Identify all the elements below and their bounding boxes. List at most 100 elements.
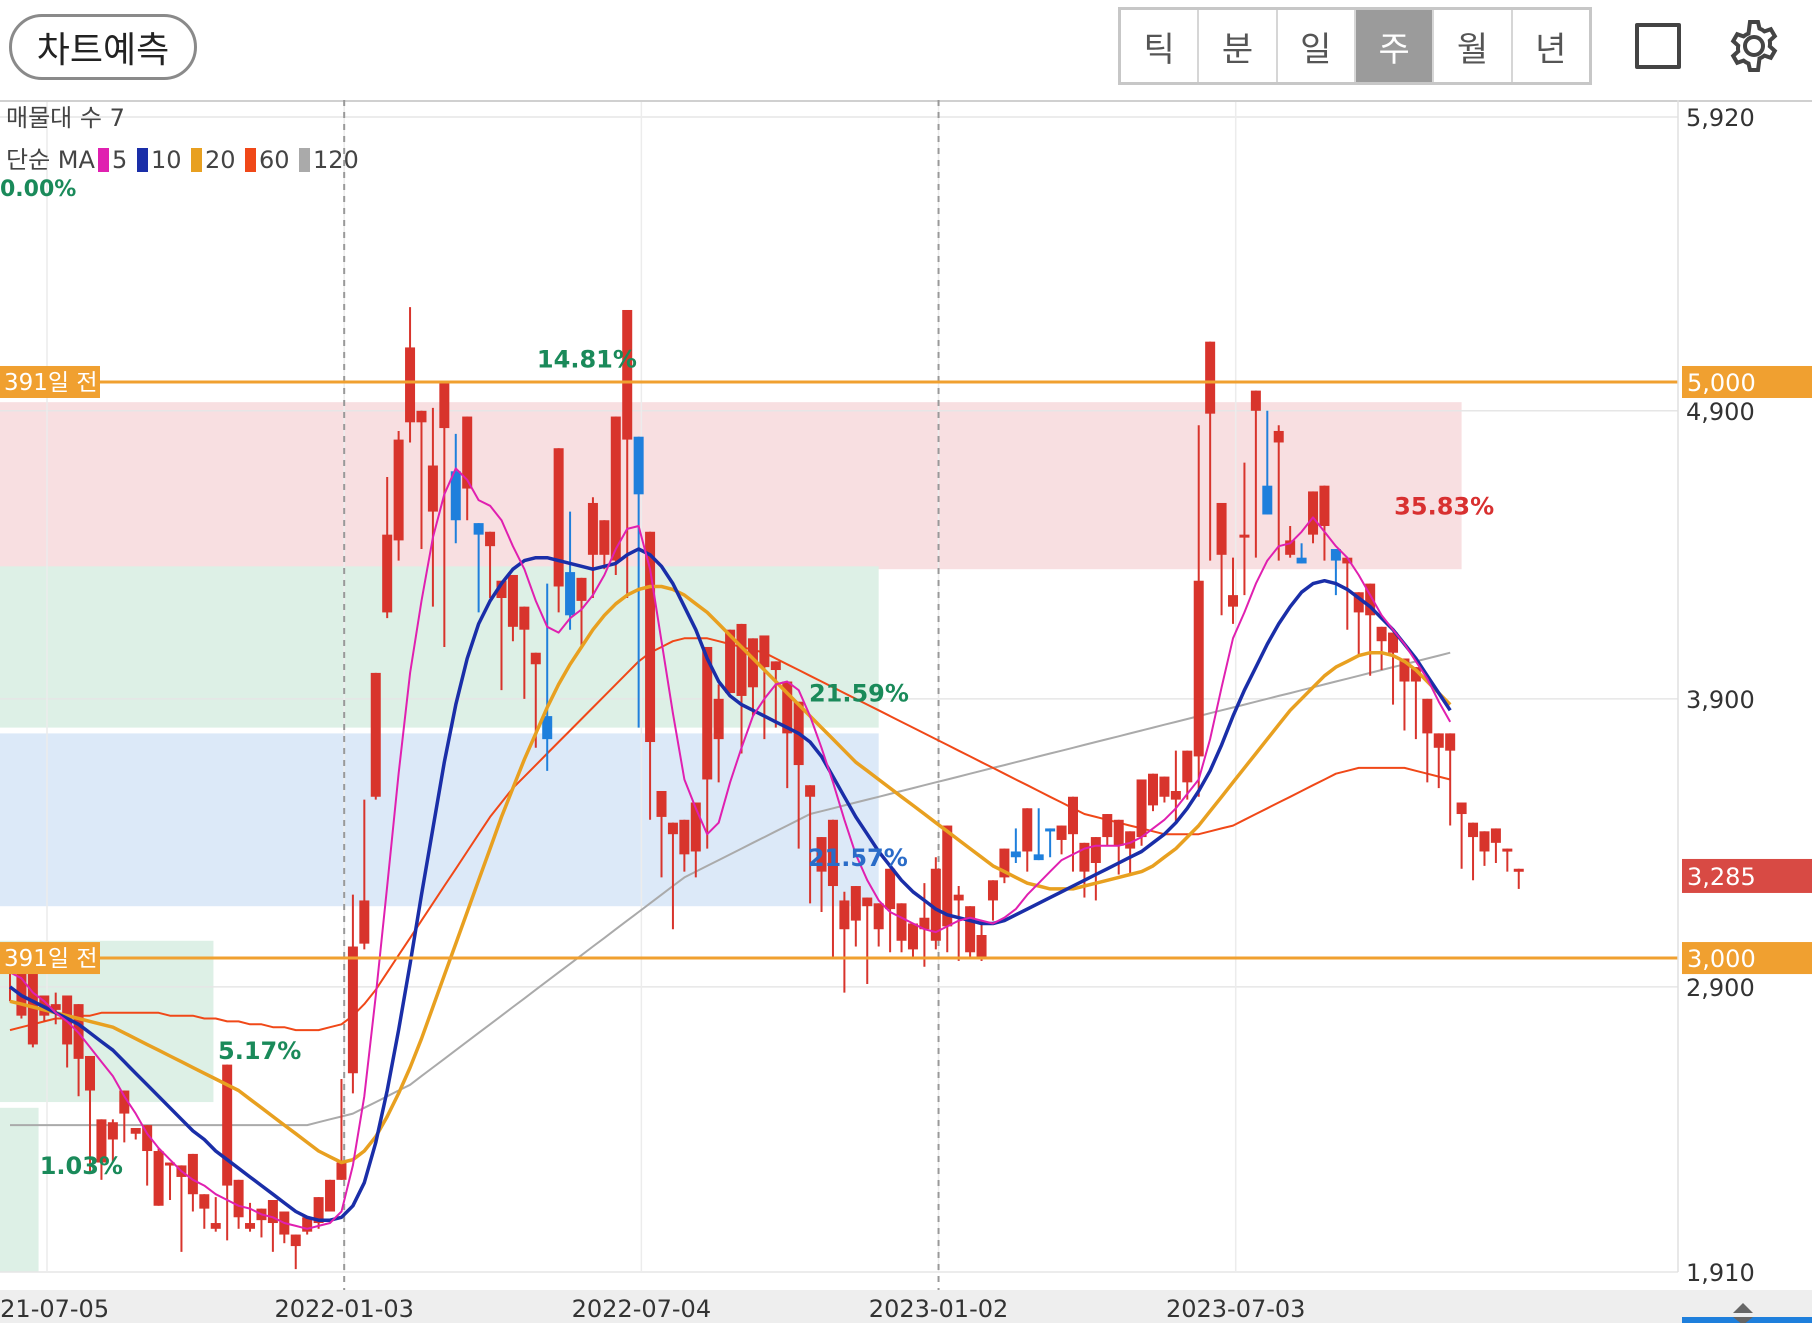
zone-pct-label-1: 35.83% bbox=[1394, 492, 1494, 520]
candle-body-28 bbox=[325, 1179, 336, 1212]
candle-body-66 bbox=[759, 635, 770, 668]
candle-body-107 bbox=[1228, 595, 1239, 607]
candle-body-37 bbox=[427, 465, 438, 512]
candle-body-114 bbox=[1308, 491, 1319, 535]
candle-body-62 bbox=[713, 698, 724, 740]
candle-body-53 bbox=[610, 416, 621, 561]
candle-body-67 bbox=[770, 661, 781, 671]
current-price-label: 3,285 bbox=[1687, 863, 1756, 891]
candle-body-33 bbox=[382, 534, 393, 613]
candle-body-109 bbox=[1250, 390, 1261, 411]
price-line-left-label-1: 391일 전 bbox=[4, 946, 98, 972]
candle-body-55 bbox=[633, 436, 644, 495]
candle-body-96 bbox=[1102, 814, 1113, 838]
top-toolbar: 차트예측 틱 분 일 주 월 년 bbox=[0, 0, 1812, 100]
candle-body-113 bbox=[1296, 557, 1307, 564]
candle-body-13 bbox=[153, 1151, 164, 1206]
candle-body-95 bbox=[1090, 837, 1101, 863]
candle-body-100 bbox=[1148, 773, 1158, 806]
candle-body-11 bbox=[130, 1127, 141, 1134]
candle-body-79 bbox=[907, 923, 918, 950]
candle-body-130 bbox=[1490, 828, 1501, 843]
candle-body-83 bbox=[953, 894, 964, 901]
candle-body-45 bbox=[519, 606, 530, 630]
candle-body-36 bbox=[416, 410, 427, 423]
candle-body-20 bbox=[233, 1179, 244, 1218]
ma-legend-swatch-5 bbox=[98, 148, 109, 172]
candle-body-44 bbox=[507, 574, 518, 627]
y-tick-label-0: 5,920 bbox=[1686, 104, 1755, 132]
fullscreen-icon[interactable] bbox=[1635, 23, 1681, 69]
candle-body-131 bbox=[1502, 848, 1513, 852]
candle-body-74 bbox=[850, 886, 861, 921]
period-tabs: 틱 분 일 주 월 년 bbox=[1118, 7, 1592, 85]
candle-body-126 bbox=[1445, 733, 1456, 751]
tab-tick[interactable]: 틱 bbox=[1121, 10, 1200, 82]
top-pct-label: 0.00% bbox=[0, 177, 76, 202]
candle-body-115 bbox=[1319, 485, 1330, 527]
x-tick-label-4: 2023-07-03 bbox=[1166, 1295, 1305, 1323]
candle-body-85 bbox=[976, 935, 987, 959]
candle-body-102 bbox=[1170, 790, 1181, 800]
y-tick-label-1: 4,900 bbox=[1686, 398, 1755, 426]
candle-body-88 bbox=[1010, 851, 1021, 858]
candle-body-38 bbox=[439, 381, 450, 429]
candle-body-16 bbox=[187, 1153, 198, 1195]
candle-body-125 bbox=[1433, 733, 1444, 748]
candle-body-51 bbox=[587, 502, 598, 555]
price-line-right-label-0: 5,000 bbox=[1687, 369, 1756, 397]
ma-legend-swatch-60 bbox=[245, 148, 256, 172]
tab-day[interactable]: 일 bbox=[1278, 10, 1356, 82]
candle-body-57 bbox=[656, 790, 667, 817]
candle-body-92 bbox=[1056, 825, 1067, 840]
candle-body-58 bbox=[667, 822, 678, 835]
x-tick-label-2: 2022-07-04 bbox=[572, 1295, 711, 1323]
tab-week[interactable]: 주 bbox=[1355, 10, 1435, 82]
price-line-right-label-1: 3,000 bbox=[1687, 945, 1756, 973]
ma-legend-period-5: 5 bbox=[112, 146, 127, 174]
tab-year[interactable]: 년 bbox=[1513, 10, 1589, 82]
y-tick-label-2: 3,900 bbox=[1686, 686, 1755, 714]
candle-body-49 bbox=[565, 572, 576, 616]
tab-month[interactable]: 월 bbox=[1434, 10, 1513, 82]
candle-body-18 bbox=[210, 1223, 221, 1229]
ma-legend-title: 단순 MA bbox=[6, 146, 95, 174]
ma-legend-period-10: 10 bbox=[151, 146, 182, 174]
candle-body-50 bbox=[576, 577, 587, 601]
candle-body-41 bbox=[473, 523, 484, 535]
candle-body-25 bbox=[290, 1234, 301, 1247]
candle-body-104 bbox=[1193, 580, 1204, 757]
candle-body-77 bbox=[885, 868, 896, 910]
candle-body-73 bbox=[839, 900, 850, 930]
candle-body-101 bbox=[1159, 776, 1170, 797]
candle-body-106 bbox=[1216, 502, 1227, 555]
zone-pct-label-3: 21.57% bbox=[808, 844, 908, 872]
price-line-left-label-0: 391일 전 bbox=[4, 370, 98, 396]
candle-body-76 bbox=[873, 903, 884, 930]
candlestick-chart[interactable]: 391일 전 5,000 391일 전 3,000 14.81% 35.83% 21.59%… bbox=[0, 100, 1812, 1323]
candle-body-59 bbox=[679, 819, 690, 855]
x-tick-label-1: 2022-01-03 bbox=[274, 1295, 413, 1323]
candle-body-120 bbox=[1376, 626, 1387, 642]
candle-body-70 bbox=[805, 785, 816, 797]
candle-body-35 bbox=[405, 347, 416, 423]
candle-body-7 bbox=[85, 1055, 96, 1091]
x-tick-label-3: 2023-01-02 bbox=[869, 1295, 1008, 1323]
tab-minute[interactable]: 분 bbox=[1199, 10, 1278, 82]
ma-legend-swatch-20 bbox=[191, 148, 202, 172]
ma-legend-period-120: 120 bbox=[313, 146, 359, 174]
ma-legend-swatch-120 bbox=[299, 148, 310, 172]
candle-body-52 bbox=[599, 520, 610, 555]
gear-icon[interactable] bbox=[1726, 18, 1782, 74]
chart-area[interactable]: 391일 전 5,000 391일 전 3,000 14.81% 35.83% 21.59%… bbox=[0, 100, 1812, 1323]
candle-body-46 bbox=[530, 652, 541, 665]
zone-pct-label-0: 14.81% bbox=[537, 346, 637, 374]
chart-predict-button[interactable]: 차트예측 bbox=[9, 14, 197, 80]
candle-body-34 bbox=[393, 439, 404, 541]
y-tick-label-3: 2,900 bbox=[1686, 974, 1755, 1002]
candle-body-132 bbox=[1513, 868, 1524, 872]
candle-body-48 bbox=[553, 448, 564, 587]
volume-zone-2 bbox=[0, 566, 879, 728]
candle-body-90 bbox=[1033, 854, 1044, 861]
candle-body-128 bbox=[1468, 822, 1479, 838]
